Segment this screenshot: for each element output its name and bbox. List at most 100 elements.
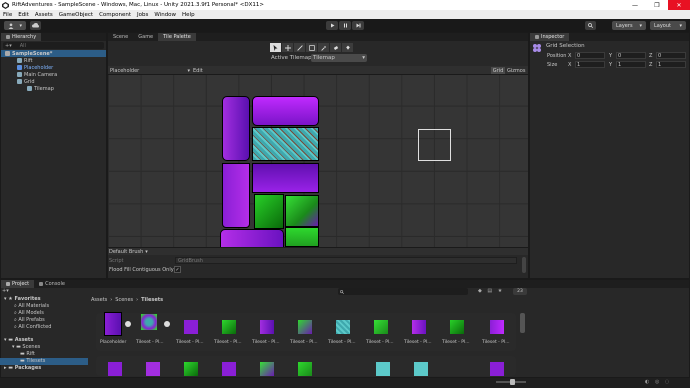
breadcrumb-scenes[interactable]: Scenes [115, 297, 133, 303]
breadcrumb-assets[interactable]: Assets [91, 297, 107, 303]
size-z-field[interactable]: 1 [656, 61, 686, 68]
edit-button[interactable]: Edit [193, 67, 209, 74]
favorites-header[interactable]: ▾ ★ Favorites [4, 296, 41, 302]
asset-thumb[interactable] [298, 362, 312, 376]
expand-icon[interactable] [164, 321, 170, 327]
picker-tool-button[interactable] [318, 43, 329, 52]
layers-dropdown[interactable]: Layers ▾ [612, 21, 646, 30]
asset-thumb[interactable] [184, 320, 198, 334]
position-x-field[interactable]: 0 [575, 52, 605, 59]
palette-tile[interactable] [252, 96, 319, 126]
box-fill-tool-button[interactable] [306, 43, 317, 52]
asset-thumb[interactable] [141, 314, 157, 330]
asset-thumb[interactable] [222, 362, 236, 376]
menu-window[interactable]: Window [154, 12, 176, 18]
asset-thumb[interactable] [374, 320, 388, 334]
palette-tile[interactable] [222, 163, 250, 228]
hierarchy-item-placeholder[interactable]: Placeholder [1, 64, 106, 71]
breadcrumb-tilesets[interactable]: Tilesets [141, 297, 163, 303]
asset-thumb[interactable] [184, 362, 198, 376]
asset-thumb[interactable] [450, 320, 464, 334]
tab-tile-palette[interactable]: Tile Palette [158, 33, 196, 41]
tab-hierarchy[interactable]: Hierarchy [1, 33, 42, 41]
add-icon[interactable]: +▾ [5, 43, 12, 49]
favorite-item[interactable]: ⌕ All Materials [14, 303, 49, 309]
packages-header[interactable]: ▸ ▬ Packages [4, 365, 41, 371]
flood-fill-checkbox[interactable]: ✓ [174, 266, 181, 273]
play-button[interactable] [326, 21, 338, 30]
project-view-icons[interactable]: ◆ ▤ ★ [478, 288, 504, 294]
step-button[interactable] [352, 21, 364, 30]
layout-dropdown[interactable]: Layout ▾ [650, 21, 686, 30]
palette-dropdown[interactable]: Placeholder ▾ [108, 67, 192, 74]
menu-jobs[interactable]: Jobs [137, 12, 148, 18]
erase-tool-button[interactable] [330, 43, 341, 52]
palette-grid[interactable] [108, 75, 528, 247]
pause-button[interactable] [339, 21, 351, 30]
brush-dropdown[interactable]: Default Brush [109, 249, 143, 255]
cloud-button[interactable] [30, 21, 41, 30]
menu-assets[interactable]: Assets [35, 12, 53, 18]
active-tilemap-dropdown[interactable]: Tilemap ▾ [311, 54, 367, 62]
create-button[interactable]: +▾ [2, 288, 9, 294]
folder-rift[interactable]: ▬ Rift [20, 351, 35, 357]
favorite-item[interactable]: ⌕ All Conflicted [14, 324, 51, 330]
hierarchy-item-grid[interactable]: Grid [1, 78, 106, 85]
asset-thumb[interactable] [490, 362, 504, 376]
tab-inspector[interactable]: Inspector [530, 33, 570, 41]
menu-help[interactable]: Help [182, 12, 195, 18]
paint-tool-button[interactable] [294, 43, 305, 52]
asset-thumb[interactable] [412, 320, 426, 334]
palette-tile[interactable] [285, 227, 319, 247]
asset-thumb[interactable] [414, 362, 428, 376]
asset-thumb[interactable] [490, 320, 504, 334]
move-tool-button[interactable] [282, 43, 293, 52]
grid-toggle[interactable]: Grid [491, 67, 505, 74]
tab-console[interactable]: Console [34, 280, 70, 288]
asset-thumb[interactable] [298, 320, 312, 334]
tab-game[interactable]: Game [133, 33, 158, 41]
zoom-slider-handle[interactable] [510, 379, 515, 385]
account-dropdown[interactable]: ▾ [4, 21, 26, 30]
hierarchy-item-tilemap[interactable]: Tilemap [1, 85, 106, 92]
hierarchy-search-input[interactable]: +▾ All [3, 42, 104, 49]
palette-tile[interactable] [220, 229, 284, 247]
fill-tool-button[interactable] [342, 43, 353, 52]
folder-scenes[interactable]: ▾ ▬ Scenes [12, 344, 40, 350]
project-search-input[interactable] [338, 288, 468, 295]
tab-scene[interactable]: Scene [108, 33, 133, 41]
asset-thumb[interactable] [146, 362, 160, 376]
tab-project[interactable]: Project [1, 280, 35, 288]
menu-edit[interactable]: Edit [18, 12, 29, 18]
hierarchy-item-samplescene[interactable]: SampleScene* [1, 50, 106, 57]
size-y-field[interactable]: 1 [616, 61, 646, 68]
hierarchy-item-rift[interactable]: Rift [1, 57, 106, 64]
search-button[interactable] [585, 21, 596, 30]
palette-tile[interactable] [252, 163, 319, 193]
asset-thumb[interactable] [222, 320, 236, 334]
minimize-button[interactable]: — [624, 0, 646, 10]
size-x-field[interactable]: 1 [575, 61, 605, 68]
hierarchy-item-main-camera[interactable]: Main Camera [1, 71, 106, 78]
assets-header[interactable]: ▾ ▬ Assets [4, 337, 33, 343]
palette-tile[interactable] [222, 96, 250, 161]
position-y-field[interactable]: 0 [616, 52, 646, 59]
menu-gameobject[interactable]: GameObject [59, 12, 93, 18]
asset-thumb-placeholder[interactable] [104, 312, 122, 336]
select-tool-button[interactable] [270, 43, 281, 52]
palette-tile[interactable] [285, 195, 319, 227]
position-z-field[interactable]: 0 [656, 52, 686, 59]
favorite-item[interactable]: ⌕ All Prefabs [14, 317, 45, 323]
folder-tilesets[interactable]: ▬ Tilesets [20, 358, 45, 364]
brush-scrollbar[interactable] [522, 257, 526, 273]
gizmos-toggle[interactable]: Gizmos [507, 67, 527, 74]
asset-thumb[interactable] [108, 362, 122, 376]
close-button[interactable]: ✕ [668, 0, 690, 10]
maximize-button[interactable]: ❐ [646, 0, 668, 10]
expand-icon[interactable] [125, 321, 131, 327]
asset-thumb[interactable] [376, 362, 390, 376]
palette-tile[interactable] [252, 127, 319, 161]
menu-file[interactable]: File [3, 12, 12, 18]
palette-tile[interactable] [254, 194, 284, 229]
asset-thumb[interactable] [260, 362, 274, 376]
